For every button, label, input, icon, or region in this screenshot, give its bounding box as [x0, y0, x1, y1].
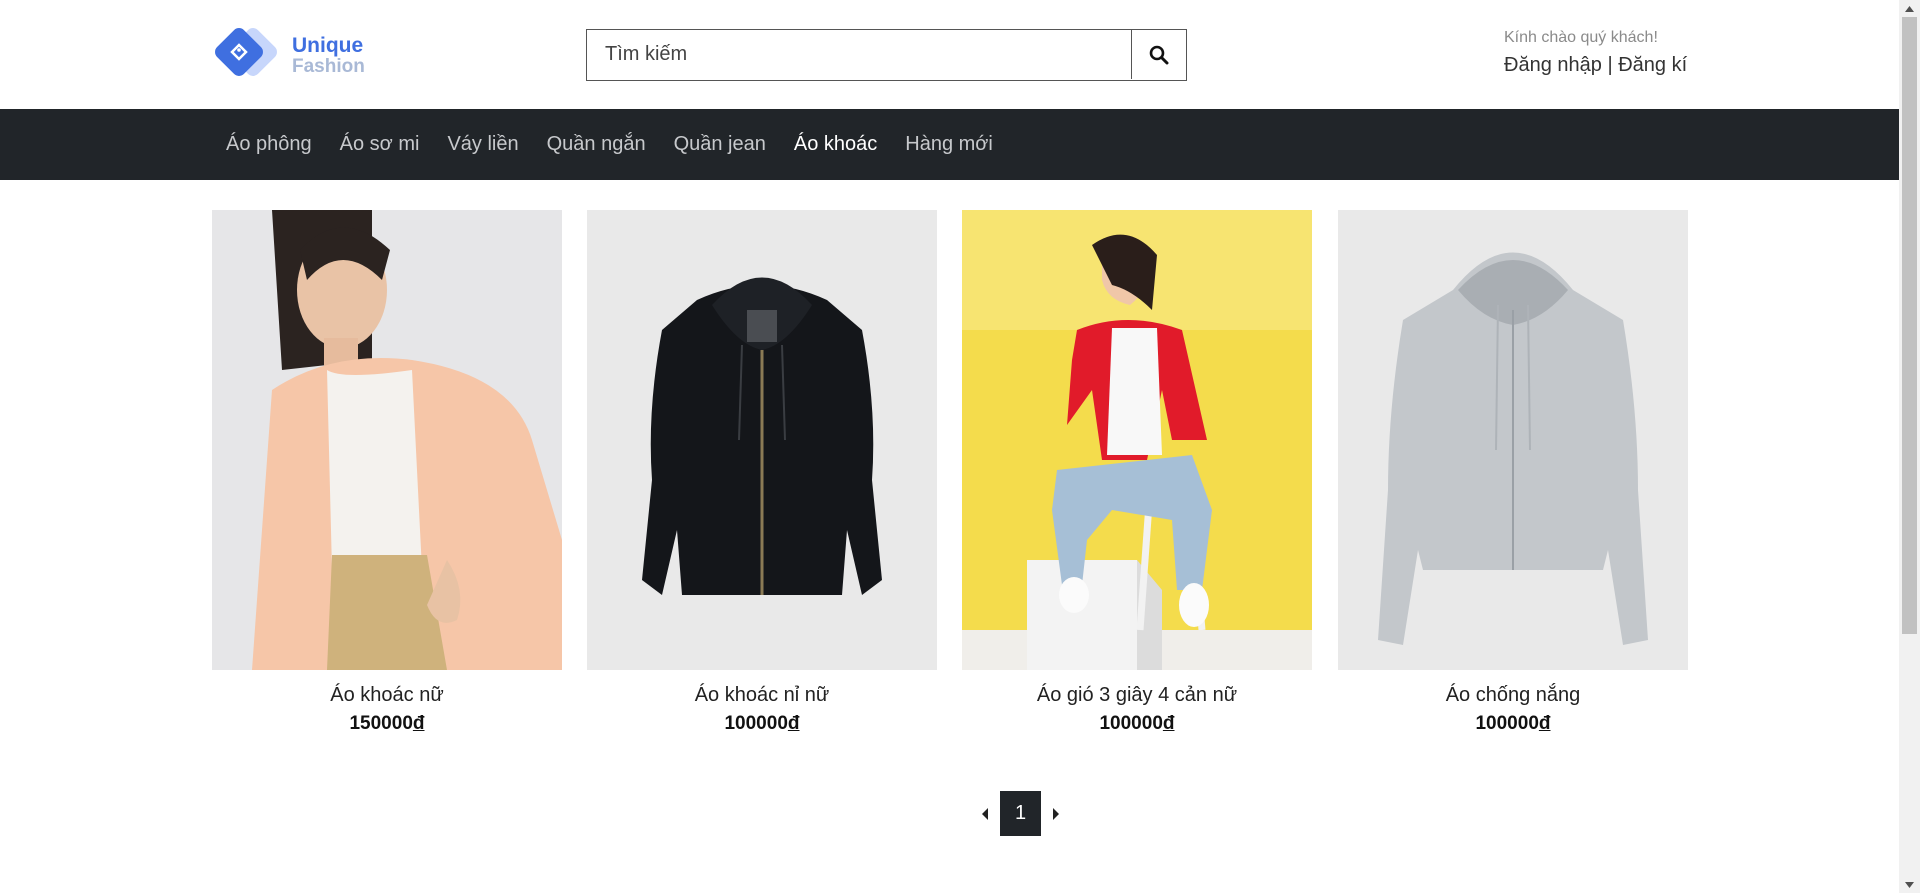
page-number-current[interactable]: 1	[1000, 791, 1041, 836]
nav-item-shorts[interactable]: Quần ngắn	[533, 133, 660, 156]
scroll-down-arrow[interactable]	[1899, 876, 1920, 893]
product-price: 100000đ	[1338, 713, 1688, 735]
greeting-text: Kính chào quý khách!	[1504, 29, 1658, 46]
pagination: 1	[970, 791, 1071, 836]
grey-hoodie-photo	[1338, 210, 1688, 670]
search-button[interactable]	[1131, 30, 1186, 79]
scroll-down-icon	[1905, 881, 1914, 888]
nav-item-new-arrivals[interactable]: Hàng mới	[891, 133, 1007, 156]
auth-separator: |	[1607, 54, 1613, 76]
scroll-up-arrow[interactable]	[1899, 0, 1920, 17]
product-name[interactable]: Áo khoác nữ	[212, 684, 562, 707]
woman-cardigan-photo	[212, 210, 562, 670]
caret-left-icon	[982, 807, 988, 820]
nav-items: Áo phông Áo sơ mi Váy liền Quần ngắn Quầ…	[212, 109, 1007, 180]
product-name[interactable]: Áo gió 3 giây 4 cản nữ	[962, 684, 1312, 707]
currency-symbol: đ	[787, 713, 800, 734]
product-image[interactable]	[587, 210, 937, 670]
nav-item-jackets[interactable]: Áo khoác	[780, 133, 891, 156]
product-name[interactable]: Áo khoác nỉ nữ	[587, 684, 937, 707]
logo-diamond-icon	[215, 28, 277, 76]
brand-logo[interactable]: Unique Fashion	[212, 28, 372, 82]
nav-item-t-shirts[interactable]: Áo phông	[212, 133, 326, 156]
brand-name-line1: Unique	[292, 34, 364, 57]
search-icon	[1149, 45, 1169, 64]
search-box	[586, 29, 1187, 81]
product-grid: Áo khoác nữ 150000đ Áo khoác nỉ nữ 10000…	[212, 210, 1688, 750]
product-price: 100000đ	[587, 713, 937, 735]
product-image[interactable]	[962, 210, 1312, 670]
auth-links: Đăng nhập | Đăng kí	[1504, 54, 1687, 77]
product-price: 150000đ	[212, 713, 562, 735]
search-input[interactable]	[587, 30, 1132, 79]
caret-right-icon	[1053, 807, 1059, 820]
currency-symbol: đ	[1538, 713, 1551, 734]
nav-item-shirts[interactable]: Áo sơ mi	[326, 133, 434, 156]
prev-page-button[interactable]	[970, 791, 1000, 836]
nav-item-jeans[interactable]: Quần jean	[660, 133, 780, 156]
product-name[interactable]: Áo chống nắng	[1338, 684, 1688, 707]
woman-red-jacket-photo	[962, 210, 1312, 670]
price-value: 100000	[724, 713, 788, 734]
product-image[interactable]	[1338, 210, 1688, 670]
nav-item-dresses[interactable]: Váy liền	[433, 133, 532, 156]
register-link[interactable]: Đăng kí	[1618, 54, 1687, 76]
product-price: 100000đ	[962, 713, 1312, 735]
price-value: 100000	[1475, 713, 1539, 734]
header: Unique Fashion Kính chào quý khách! Đăng…	[0, 0, 1899, 109]
next-page-button[interactable]	[1041, 791, 1071, 836]
price-value: 150000	[349, 713, 413, 734]
page: Unique Fashion Kính chào quý khách! Đăng…	[0, 0, 1899, 893]
scrollbar-thumb[interactable]	[1902, 17, 1917, 634]
currency-symbol: đ	[1162, 713, 1175, 734]
product-image[interactable]	[212, 210, 562, 670]
brand-name-line2: Fashion	[292, 56, 365, 77]
category-nav: Áo phông Áo sơ mi Váy liền Quần ngắn Quầ…	[0, 109, 1899, 180]
login-link[interactable]: Đăng nhập	[1504, 54, 1602, 76]
price-value: 100000	[1099, 713, 1163, 734]
scroll-up-icon	[1905, 5, 1914, 12]
currency-symbol: đ	[412, 713, 425, 734]
black-hoodie-photo	[587, 210, 937, 670]
vertical-scrollbar[interactable]	[1899, 0, 1920, 893]
